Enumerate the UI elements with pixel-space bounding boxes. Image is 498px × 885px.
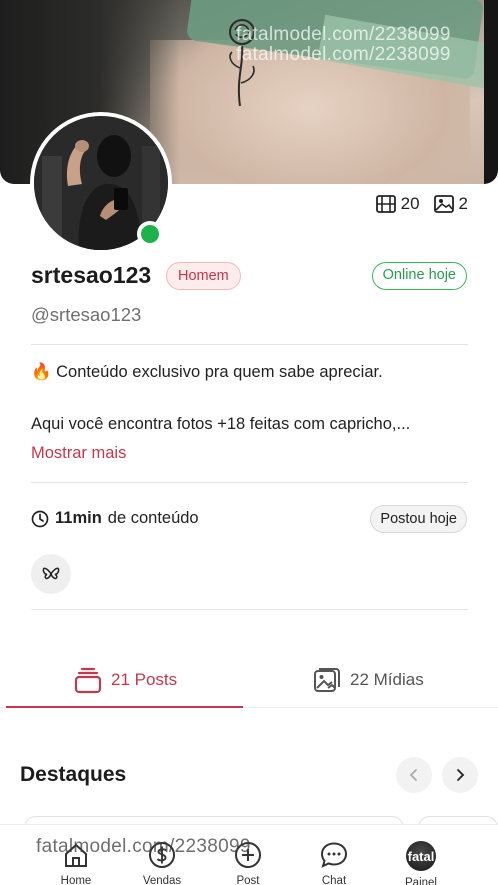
chevron-left-icon bbox=[409, 769, 417, 781]
image-icon bbox=[433, 195, 454, 213]
nav-sales-label: Vendas bbox=[142, 875, 182, 885]
gender-tag: Homem bbox=[166, 262, 241, 290]
highlights-title: Destaques bbox=[20, 763, 127, 786]
bio-line-2: Aqui você encontra fotos +18 feitas com … bbox=[31, 415, 411, 433]
gallery-icon bbox=[314, 668, 340, 692]
bluesky-button[interactable] bbox=[31, 554, 71, 594]
nav-panel-label: Painel bbox=[405, 877, 437, 885]
avatar-icon: fatal bbox=[406, 841, 436, 871]
fire-emoji: 🔥 bbox=[31, 363, 52, 381]
duration-value: 11min bbox=[55, 509, 102, 527]
chat-icon bbox=[320, 842, 348, 868]
highlights-prev-button[interactable] bbox=[396, 757, 432, 793]
image-count: 2 bbox=[458, 194, 468, 213]
posted-badge: Postou hoje bbox=[370, 505, 467, 533]
bio-line-1: 🔥 Conteúdo exclusivo pra quem sabe aprec… bbox=[31, 363, 383, 382]
nav-chat-label: Chat bbox=[321, 875, 347, 885]
nav-home-label: Home bbox=[60, 875, 92, 885]
tab-media[interactable]: 22 Mídias bbox=[313, 662, 424, 698]
chevron-right-icon bbox=[457, 769, 465, 781]
film-icon bbox=[375, 195, 396, 213]
divider bbox=[31, 609, 468, 610]
tab-posts[interactable]: 21 Posts bbox=[74, 662, 177, 698]
online-tag: Online hoje bbox=[371, 262, 467, 290]
highlights-next-button[interactable] bbox=[442, 757, 478, 793]
watermark-text: fatalmodel.com/2238099 bbox=[36, 836, 251, 857]
nav-panel[interactable]: fatal Painel bbox=[391, 841, 451, 885]
profile-name: srtesao123 bbox=[31, 262, 152, 288]
nav-chat[interactable]: Chat bbox=[304, 841, 364, 885]
watermark-text: fatalmodel.com/2238099 bbox=[236, 44, 451, 65]
divider bbox=[31, 482, 468, 483]
butterfly-icon bbox=[42, 567, 60, 580]
nav-avatar-text: fatal bbox=[407, 848, 435, 864]
tab-posts-label: 21 Posts bbox=[111, 670, 178, 689]
video-count: 20 bbox=[400, 194, 420, 213]
tab-media-label: 22 Mídias bbox=[350, 670, 424, 689]
show-more-link[interactable]: Mostrar mais bbox=[31, 444, 126, 463]
divider bbox=[31, 344, 468, 345]
nav-post-label: Post bbox=[236, 875, 260, 885]
stack-icon bbox=[74, 667, 102, 694]
online-status-dot bbox=[137, 221, 163, 247]
media-counts: 20 2 bbox=[368, 194, 468, 214]
watermark-text: fatalmodel.com/2238099 bbox=[236, 24, 451, 45]
clock-icon bbox=[31, 510, 49, 527]
profile-handle: @srtesao123 bbox=[31, 304, 142, 325]
duration-suffix: de conteúdo bbox=[107, 509, 199, 527]
bio-text-1: Conteúdo exclusivo pra quem sabe aprecia… bbox=[56, 363, 383, 381]
content-duration: 11min de conteúdo bbox=[31, 509, 199, 528]
active-tab-indicator bbox=[6, 706, 243, 708]
